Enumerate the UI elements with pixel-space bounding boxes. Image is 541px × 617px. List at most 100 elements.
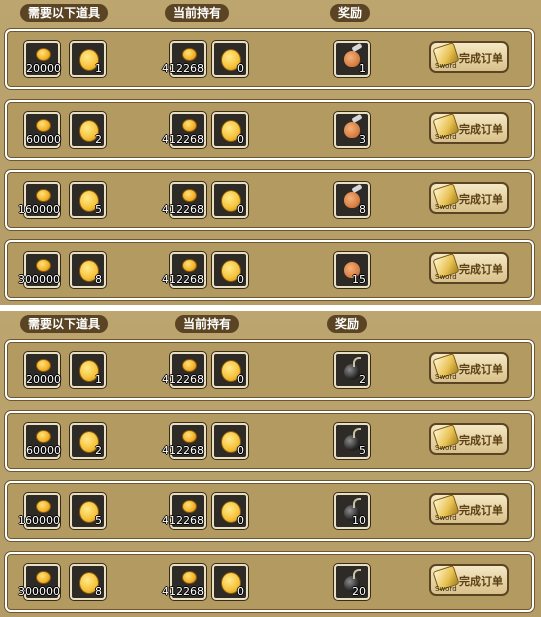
required-token-slot: 8 bbox=[70, 252, 106, 288]
owned-gold-slot: 412268 bbox=[162, 564, 206, 600]
owned-token-amount: 0 bbox=[237, 373, 244, 386]
order-row: 60000 2 412268 0 3 完成订单 Sword bbox=[5, 100, 534, 160]
reward-slot: 20 bbox=[334, 564, 370, 600]
complete-order-button[interactable]: 完成订单 Sword bbox=[429, 423, 509, 455]
fuse-icon bbox=[353, 498, 361, 508]
required-token-amount: 8 bbox=[95, 585, 102, 598]
gold-coin-icon bbox=[182, 500, 197, 513]
reward-amount: 15 bbox=[352, 273, 366, 286]
complete-order-button[interactable]: 完成订单 Sword bbox=[429, 352, 509, 384]
repair-bag-icon bbox=[344, 51, 360, 67]
required-token-amount: 5 bbox=[95, 203, 102, 216]
owned-token-amount: 0 bbox=[237, 62, 244, 75]
gold-coin-icon bbox=[36, 430, 51, 443]
wrench-icon bbox=[351, 183, 363, 194]
reward-amount: 8 bbox=[359, 203, 366, 216]
complete-order-button[interactable]: 完成订单 Sword bbox=[429, 252, 509, 284]
reward-slot: 15 bbox=[334, 252, 370, 288]
owned-gold-slot: 412268 bbox=[162, 112, 206, 148]
reward-slot: 5 bbox=[334, 423, 370, 459]
order-row: 160000 5 412268 0 8 完成订单 Sword bbox=[5, 170, 534, 230]
required-gold-slot: 60000 bbox=[24, 112, 61, 148]
required-gold-slot: 160000 bbox=[18, 493, 60, 529]
gold-coin-icon bbox=[36, 259, 51, 272]
owned-token-amount: 0 bbox=[237, 133, 244, 146]
owned-gold-amount: 412268 bbox=[162, 62, 204, 75]
required-token-slot: 2 bbox=[70, 112, 106, 148]
gold-coin-icon bbox=[36, 571, 51, 584]
owned-token-slot: 0 bbox=[212, 423, 248, 459]
wrench-icon bbox=[351, 113, 363, 124]
required-gold-slot: 300000 bbox=[18, 252, 60, 288]
order-panel-bomb: 需要以下道具 当前持有 奖励 20000 1 412268 0 2 完成订单 Sw… bbox=[0, 311, 541, 617]
owned-gold-amount: 412268 bbox=[162, 373, 204, 386]
gold-coin-icon bbox=[36, 359, 51, 372]
required-gold-amount: 300000 bbox=[18, 585, 60, 598]
owned-gold-amount: 412268 bbox=[162, 585, 204, 598]
owned-gold-amount: 412268 bbox=[162, 444, 204, 457]
header-required-items: 需要以下道具 bbox=[20, 315, 109, 333]
owned-gold-slot: 412268 bbox=[162, 252, 206, 288]
repair-bag-icon bbox=[344, 192, 360, 208]
gold-coin-icon bbox=[36, 500, 51, 513]
required-gold-slot: 300000 bbox=[18, 564, 60, 600]
complete-order-button[interactable]: 完成订单 Sword bbox=[429, 182, 509, 214]
required-gold-amount: 300000 bbox=[18, 273, 60, 286]
header-currently-owned: 当前持有 bbox=[165, 4, 230, 22]
order-row: 300000 8 412268 0 20 完成订单 Sword bbox=[5, 552, 534, 612]
owned-token-amount: 0 bbox=[237, 514, 244, 527]
owned-gold-slot: 412268 bbox=[162, 41, 206, 77]
order-panel-repair: 需要以下道具 当前持有 奖励 20000 1 412268 0 1 完成订单 Sw… bbox=[0, 0, 541, 305]
owned-token-slot: 0 bbox=[212, 182, 248, 218]
owned-token-slot: 0 bbox=[212, 252, 248, 288]
reward-slot: 8 bbox=[334, 182, 370, 218]
order-row: 300000 8 412268 0 15 完成订单 Sword bbox=[5, 240, 534, 300]
owned-token-slot: 0 bbox=[212, 493, 248, 529]
reward-slot: 10 bbox=[334, 493, 370, 529]
owned-token-amount: 0 bbox=[237, 585, 244, 598]
gold-coin-icon bbox=[182, 119, 197, 132]
required-gold-amount: 160000 bbox=[18, 514, 60, 527]
complete-order-button[interactable]: 完成订单 Sword bbox=[429, 564, 509, 596]
gold-coin-icon bbox=[36, 48, 51, 61]
required-token-slot: 1 bbox=[70, 352, 106, 388]
required-gold-amount: 20000 bbox=[26, 373, 61, 386]
order-row: 160000 5 412268 0 10 完成订单 Sword bbox=[5, 481, 534, 541]
required-token-slot: 5 bbox=[70, 493, 106, 529]
required-token-amount: 1 bbox=[95, 373, 102, 386]
required-token-amount: 8 bbox=[95, 273, 102, 286]
reward-amount: 20 bbox=[352, 585, 366, 598]
order-row: 60000 2 412268 0 5 完成订单 Sword bbox=[5, 411, 534, 471]
gold-coin-icon bbox=[182, 571, 197, 584]
reward-slot: 2 bbox=[334, 352, 370, 388]
required-gold-amount: 60000 bbox=[26, 133, 61, 146]
owned-gold-slot: 412268 bbox=[162, 352, 206, 388]
fuse-icon bbox=[353, 569, 361, 579]
complete-order-button[interactable]: 完成订单 Sword bbox=[429, 112, 509, 144]
gold-coin-icon bbox=[36, 119, 51, 132]
owned-gold-amount: 412268 bbox=[162, 133, 204, 146]
required-gold-slot: 60000 bbox=[24, 423, 61, 459]
header-currently-owned: 当前持有 bbox=[175, 315, 240, 333]
required-gold-amount: 60000 bbox=[26, 444, 61, 457]
required-gold-amount: 20000 bbox=[26, 62, 61, 75]
owned-token-slot: 0 bbox=[212, 352, 248, 388]
required-gold-slot: 20000 bbox=[24, 41, 61, 77]
owned-gold-slot: 412268 bbox=[162, 493, 206, 529]
header-required-items: 需要以下道具 bbox=[20, 4, 109, 22]
required-token-amount: 2 bbox=[95, 133, 102, 146]
owned-token-slot: 0 bbox=[212, 41, 248, 77]
complete-order-button[interactable]: 完成订单 Sword bbox=[429, 493, 509, 525]
header-reward: 奖励 bbox=[327, 315, 368, 333]
reward-amount: 3 bbox=[359, 133, 366, 146]
owned-gold-amount: 412268 bbox=[162, 203, 204, 216]
fuse-icon bbox=[353, 428, 361, 438]
required-token-slot: 2 bbox=[70, 423, 106, 459]
reward-amount: 10 bbox=[352, 514, 366, 527]
complete-order-button[interactable]: 完成订单 Sword bbox=[429, 41, 509, 73]
owned-gold-amount: 412268 bbox=[162, 514, 204, 527]
owned-token-amount: 0 bbox=[237, 203, 244, 216]
gold-coin-icon bbox=[182, 189, 197, 202]
required-token-amount: 5 bbox=[95, 514, 102, 527]
reward-slot: 3 bbox=[334, 112, 370, 148]
